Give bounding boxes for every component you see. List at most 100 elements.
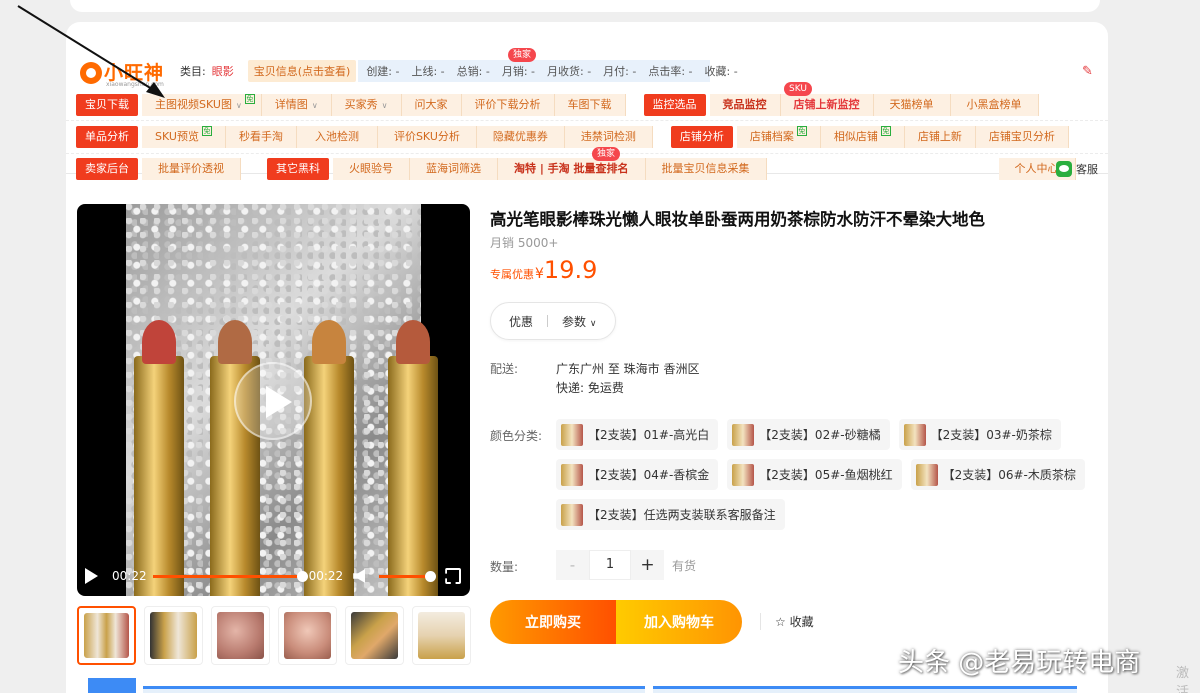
sku-label: 【2支装】任选两支装联系客服备注	[588, 508, 776, 522]
tool-quick-view[interactable]: 秒看手淘	[225, 126, 297, 148]
activate-windows-text: 激活	[1176, 666, 1190, 693]
sku-option[interactable]: 【2支装】04#-香槟金	[556, 459, 719, 490]
tool-detail-images[interactable]: 详情图 ∨	[261, 94, 332, 116]
bottom-panel	[143, 686, 645, 693]
tool-shop-new-monitor[interactable]: 店铺上新监控	[780, 94, 874, 116]
tool-label: 店铺档案	[749, 130, 794, 143]
info-link[interactable]: 宝贝信息(点击查看)	[247, 60, 357, 82]
info-tabs: 优惠 参数 ∨	[490, 302, 616, 340]
qty-input[interactable]: 1	[589, 550, 631, 580]
category-value[interactable]: 眼影	[212, 63, 234, 79]
qty-plus-button[interactable]: +	[631, 550, 664, 580]
sku-option[interactable]: 【2支装】01#-高光白	[556, 419, 719, 450]
tool-shop-archive[interactable]: 店铺档案免	[736, 126, 821, 148]
stat-monthly-received: 月收货: -	[547, 65, 592, 78]
tool-batch-rank[interactable]: 淘特 | 手淘 批量查排名	[498, 158, 646, 180]
volume-knob[interactable]	[425, 570, 437, 582]
thumbnail[interactable]	[211, 606, 270, 665]
tab-discount[interactable]: 优惠	[491, 313, 547, 330]
thumbnail[interactable]	[412, 606, 471, 665]
monthly-sales: 月销 5000+	[490, 236, 559, 250]
qty-minus-button[interactable]: -	[556, 550, 589, 580]
buy-now-button[interactable]: 立即购买	[490, 600, 616, 644]
tag-other-tools[interactable]: 其它黑科	[267, 158, 329, 180]
thumbnail[interactable]	[278, 606, 337, 665]
sku-thumb	[561, 503, 583, 526]
thumbnail[interactable]	[77, 606, 136, 665]
play-icon[interactable]	[85, 568, 98, 584]
divider	[66, 120, 1108, 121]
stock-status: 有货	[672, 558, 697, 573]
stats-bar: 创建: - 上线: - 总销: - 月销: - 月收货: - 月付: - 点击率…	[358, 60, 738, 82]
free-icon: 免	[880, 126, 891, 136]
top-card	[70, 0, 1100, 12]
plugin-logo[interactable]: 小旺神 xiaowangshen.com	[76, 56, 172, 88]
thumbnail[interactable]	[144, 606, 203, 665]
tool-ask-all[interactable]: 问大家	[401, 94, 462, 116]
tool-blue-ocean[interactable]: 蓝海词筛选	[410, 158, 498, 180]
add-to-cart-button[interactable]: 加入购物车	[616, 600, 742, 644]
tool-shop-new[interactable]: 店铺上新	[904, 126, 976, 148]
tool-buyer-show[interactable]: 买家秀 ∨	[331, 94, 402, 116]
free-icon: 免	[201, 126, 212, 136]
sku-thumb	[903, 423, 926, 446]
tab-params[interactable]: 参数 ∨	[548, 313, 596, 330]
tool-similar-shops[interactable]: 相似店铺免	[820, 126, 905, 148]
bottom-section	[88, 678, 1088, 693]
play-overlay-button[interactable]	[234, 362, 312, 440]
tag-item-download[interactable]: 宝贝下载	[76, 94, 138, 116]
tag-monitor[interactable]: 监控选品	[643, 94, 706, 116]
volume-slider[interactable]	[379, 570, 437, 582]
quantity-label: 数量:	[490, 560, 519, 574]
sku-label: 【2支装】03#-奶茶棕	[930, 428, 1052, 442]
progress-knob[interactable]	[296, 570, 308, 582]
product-video[interactable]: 00:22 00:22	[77, 204, 470, 596]
tool-hidden-coupon[interactable]: 隐藏优惠券	[476, 126, 565, 148]
sku-options: 【2支装】01#-高光白 【2支装】02#-砂糖橘 【2支装】03#-奶茶棕 【…	[556, 419, 1086, 530]
tool-review-download[interactable]: 评价下载分析	[461, 94, 555, 116]
tool-blackbox-list[interactable]: 小黑盒榜单	[950, 94, 1039, 116]
tool-batch-review[interactable]: 批量评价透视	[142, 158, 241, 180]
tag-shop-analysis[interactable]: 店铺分析	[670, 126, 733, 148]
divider	[66, 153, 1108, 154]
tool-tmall-list[interactable]: 天猫榜单	[873, 94, 951, 116]
sku-option[interactable]: 【2支装】03#-奶茶棕	[898, 419, 1061, 450]
tool-forbidden-words[interactable]: 违禁词检测	[564, 126, 653, 148]
tool-batch-collect[interactable]: 批量宝贝信息采集	[645, 158, 767, 180]
tool-sku-preview[interactable]: SKU预览免	[142, 126, 226, 148]
sku-thumb	[915, 463, 938, 486]
stat-total-sales: 总销: -	[456, 65, 490, 78]
progress-bar[interactable]	[152, 570, 308, 582]
time-current: 00:22	[112, 569, 147, 583]
sku-thumb	[732, 423, 755, 446]
shipping-route[interactable]: 广东广州 至 珠海市 香洲区	[556, 360, 699, 379]
volume-icon[interactable]	[353, 569, 366, 583]
sku-option[interactable]: 【2支装】任选两支装联系客服备注	[556, 499, 785, 530]
thumbnail[interactable]	[345, 606, 404, 665]
sku-option[interactable]: 【2支装】02#-砂糖橘	[727, 419, 890, 450]
tool-competitor-monitor[interactable]: 竞品监控	[709, 94, 781, 116]
shipping-fee: 快递: 免运费	[556, 381, 624, 395]
stat-online: 上线: -	[411, 65, 445, 78]
customer-service[interactable]: 客服	[1056, 161, 1098, 177]
favorite-button[interactable]: ☆ 收藏	[760, 613, 814, 630]
tag-item-analysis[interactable]: 单品分析	[76, 126, 138, 148]
watermark: 头条 @老易玩转电商	[898, 648, 1141, 678]
tool-account-check[interactable]: 火眼验号	[333, 158, 410, 180]
bottom-block	[88, 678, 136, 693]
tool-main-video-sku[interactable]: 主图视频SKU图 ∨免	[142, 94, 262, 116]
quantity-stepper: - 1 + 有货	[556, 550, 696, 580]
chevron-down-icon: ∨	[381, 101, 388, 110]
tool-review-sku[interactable]: 评价SKU分析	[377, 126, 477, 148]
pin-icon[interactable]: ✎	[1082, 64, 1096, 79]
sku-option[interactable]: 【2支装】05#-鱼烟桃红	[727, 459, 902, 490]
tag-seller-backend[interactable]: 卖家后台	[76, 158, 138, 180]
tool-label: 主图视频SKU图	[155, 98, 232, 111]
tool-row-3: 卖家后台 批量评价透视 其它黑科 火眼验号 蓝海词筛选 淘特 | 手淘 批量查排…	[76, 157, 1076, 181]
sku-option[interactable]: 【2支装】06#-木质茶棕	[910, 459, 1085, 490]
tool-car-image-download[interactable]: 车图下载	[554, 94, 626, 116]
fullscreen-icon[interactable]	[445, 568, 462, 584]
tool-shop-item-analysis[interactable]: 店铺宝贝分析	[975, 126, 1069, 148]
stat-created: 创建: -	[366, 65, 400, 78]
tool-pool-check[interactable]: 入池检测	[296, 126, 378, 148]
